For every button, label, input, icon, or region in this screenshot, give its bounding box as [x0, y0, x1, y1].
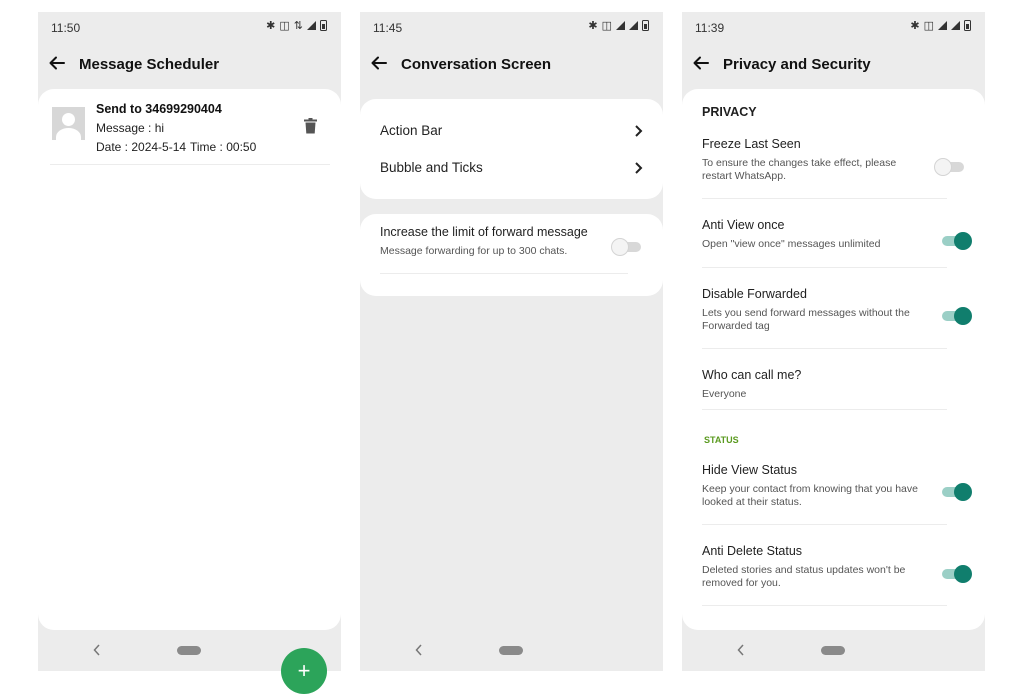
battery-icon [642, 20, 649, 31]
divider [702, 267, 947, 268]
bluetooth-icon: ✱ [266, 20, 276, 32]
nav-home-icon[interactable] [499, 646, 523, 655]
setting-subtitle: Message forwarding for up to 300 chats. [380, 245, 568, 257]
system-navigation-bar [360, 631, 663, 671]
anti-view-once-toggle[interactable] [942, 231, 972, 251]
setting-title: Disable Forwarded [702, 287, 807, 301]
status-time: 11:50 [51, 21, 81, 35]
scheduled-time: Time : 00:50 [190, 140, 257, 154]
system-navigation-bar [38, 631, 341, 671]
status-icons: ✱ ◫ ⇅ [266, 19, 327, 32]
setting-subtitle: Lets you send forward messages without t… [702, 307, 910, 332]
bluetooth-icon: ✱ [588, 20, 598, 32]
status-bar: 11:39 ✱ ◫ [682, 12, 985, 42]
nav-back-icon[interactable] [92, 643, 102, 657]
setting-subtitle: Open "view once" messages unlimited [702, 238, 881, 250]
scheduled-message: Message : hi [96, 121, 165, 135]
vibrate-icon: ◫ [923, 20, 934, 32]
nav-home-icon[interactable] [821, 646, 845, 655]
divider [702, 348, 947, 349]
setting-subtitle: Deleted stories and status updates won't… [702, 564, 906, 589]
menu-item-label: Action Bar [380, 123, 443, 138]
divider [50, 164, 330, 165]
bluetooth-icon: ✱ [910, 20, 920, 32]
menu-card: Action Bar Bubble and Ticks [360, 99, 663, 199]
divider [702, 198, 947, 199]
scheduled-date: Date : 2024-5-14 [96, 140, 187, 154]
divider [702, 605, 947, 606]
status-time: 11:45 [373, 21, 403, 35]
section-header-status: STATUS [704, 435, 739, 445]
back-arrow-icon[interactable] [48, 54, 66, 72]
anti-delete-status-toggle[interactable] [942, 564, 972, 584]
signal-icon [951, 21, 960, 30]
page-title: Message Scheduler [79, 56, 220, 73]
setting-title: Who can call me? [702, 368, 802, 382]
divider [702, 409, 947, 410]
status-icons: ✱ ◫ [588, 19, 649, 32]
disable-forwarded-toggle[interactable] [942, 306, 972, 326]
vibrate-icon: ◫ [601, 20, 612, 32]
scheduled-list-card: Send to 34699290404 Message : hi Date : … [38, 89, 341, 694]
back-arrow-icon[interactable] [370, 54, 388, 72]
chevron-right-icon [635, 162, 643, 174]
nav-back-icon[interactable] [414, 643, 424, 657]
vibrate-icon: ◫ [279, 20, 290, 32]
signal-icon [629, 21, 638, 30]
forward-limit-toggle[interactable] [611, 237, 641, 257]
phone-privacy-and-security: 11:39 ✱ ◫ Privacy and Security PRIVACY F… [682, 12, 985, 671]
system-navigation-bar [682, 631, 985, 671]
scheduled-recipient: Send to 34699290404 [96, 102, 222, 116]
avatar [52, 107, 85, 140]
setting-title: Anti View once [702, 218, 785, 232]
divider [380, 273, 628, 274]
status-icons: ✱ ◫ [910, 19, 971, 32]
app-bar: Conversation Screen [360, 52, 663, 80]
menu-item-label: Bubble and Ticks [380, 160, 483, 175]
setting-title: Hide View Status [702, 463, 797, 477]
phone-message-scheduler: 11:50 ✱ ◫ ⇅ Message Scheduler Send to 34… [38, 12, 341, 694]
chevron-right-icon [635, 125, 643, 137]
page-title: Privacy and Security [723, 56, 871, 73]
setting-subtitle: Keep your contact from knowing that you … [702, 483, 918, 508]
menu-item-action-bar[interactable]: Action Bar [360, 114, 663, 148]
wifi-icon [938, 21, 947, 30]
nav-home-icon[interactable] [177, 646, 201, 655]
forward-limit-card: Increase the limit of forward message Me… [360, 214, 663, 296]
setting-title: Freeze Last Seen [702, 137, 801, 151]
battery-icon [964, 20, 971, 31]
status-bar: 11:50 ✱ ◫ ⇅ [38, 12, 341, 42]
hide-view-status-toggle[interactable] [942, 482, 972, 502]
data-arrows-icon: ⇅ [293, 20, 303, 32]
signal-icon [307, 21, 316, 30]
app-bar: Message Scheduler [38, 52, 341, 80]
setting-title: Increase the limit of forward message [380, 225, 588, 239]
status-time: 11:39 [695, 21, 725, 35]
phone-conversation-screen: 11:45 ✱ ◫ Conversation Screen Action Bar… [360, 12, 663, 671]
app-bar: Privacy and Security [682, 52, 985, 80]
setting-title: Anti Delete Status [702, 544, 803, 558]
setting-subtitle: To ensure the changes take effect, pleas… [702, 157, 897, 182]
wifi-icon [616, 21, 625, 30]
settings-card: PRIVACY Freeze Last Seen To ensure the c… [682, 89, 985, 630]
page-title: Conversation Screen [401, 56, 552, 73]
freeze-last-seen-toggle[interactable] [934, 157, 964, 177]
menu-item-bubble-and-ticks[interactable]: Bubble and Ticks [360, 151, 663, 185]
divider [702, 524, 947, 525]
setting-value: Everyone [702, 388, 747, 400]
back-arrow-icon[interactable] [692, 54, 710, 72]
nav-back-icon[interactable] [736, 643, 746, 657]
delete-icon[interactable] [304, 118, 317, 134]
battery-icon [320, 20, 327, 31]
status-bar: 11:45 ✱ ◫ [360, 12, 663, 42]
section-header-privacy: PRIVACY [702, 105, 757, 119]
